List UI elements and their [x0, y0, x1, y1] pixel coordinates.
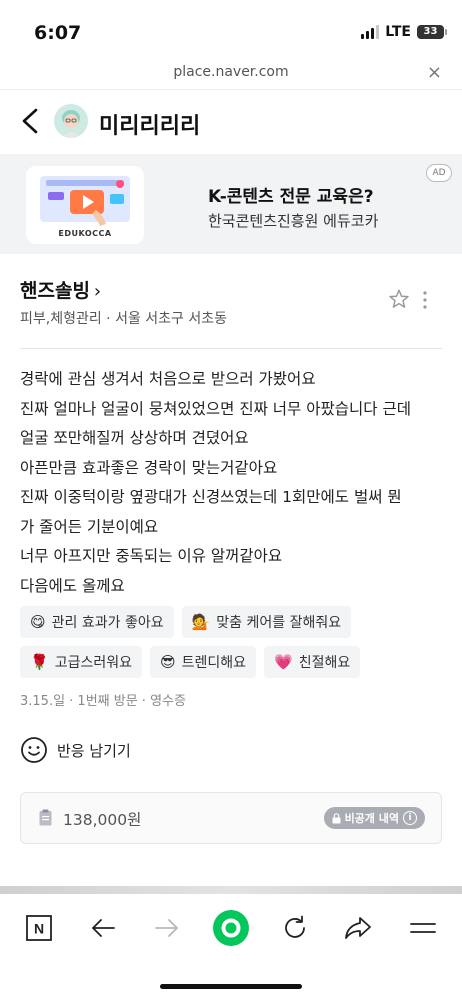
tag-chip[interactable]: 🌹 고급스러워요: [20, 646, 142, 678]
scroll-indicator: [0, 886, 462, 894]
ad-image: EDUKOCCA: [26, 166, 144, 244]
tag-chip[interactable]: 💁 맞춤 케어를 잘해줘요: [181, 606, 352, 638]
close-icon[interactable]: ×: [427, 62, 442, 83]
browser-bottom-nav: N: [0, 896, 462, 966]
url-text[interactable]: place.naver.com: [0, 64, 462, 80]
tag-chip[interactable]: 💗 친절해요: [264, 646, 361, 678]
avatar-illustration: [54, 104, 88, 138]
react-button[interactable]: 반응 남기기: [20, 736, 131, 764]
naver-n-label: N: [34, 921, 44, 937]
chevron-right-icon: ›: [93, 281, 102, 302]
status-bar: 6:07 LTE 33: [0, 0, 462, 62]
clipboard-icon: [39, 809, 52, 826]
network-label: LTE: [385, 24, 411, 40]
info-icon: i: [403, 811, 417, 825]
refresh-button[interactable]: [277, 910, 313, 946]
review-line: 진짜 이중턱이랑 옆광대가 신경쓰였는데 1회만에도 벌써 뭔: [20, 488, 402, 506]
tag-chip[interactable]: 😎 트렌디해요: [149, 646, 257, 678]
review-tags: 😋 관리 효과가 좋아요 💁 맞춤 케어를 잘해줘요 🌹 고급스러워요 😎 트렌…: [20, 606, 446, 686]
ad-badge[interactable]: AD: [426, 164, 452, 182]
private-label: 비공개 내역: [344, 812, 399, 825]
react-label: 반응 남기기: [57, 741, 131, 760]
place-name-link[interactable]: 핸즈솔빙 ›: [20, 276, 442, 303]
arrow-left-icon: [92, 919, 115, 937]
tag-emoji-icon: 💗: [274, 653, 293, 671]
status-indicators: LTE 33: [361, 24, 447, 40]
tag-row: 🌹 고급스러워요 😎 트렌디해요 💗 친절해요: [20, 646, 446, 678]
smiley-icon: [21, 737, 47, 763]
tag-label: 맞춤 케어를 잘해줘요: [216, 615, 342, 631]
private-badge[interactable]: 비공개 내역 i: [323, 807, 425, 829]
naver-green-button[interactable]: [211, 908, 251, 948]
battery-icon: 33: [417, 25, 447, 39]
naver-n-icon: N: [26, 915, 52, 941]
ad-title: K-콘텐츠 전문 교육은?: [208, 187, 374, 207]
review-line: 얼굴 쪼만해질꺼 상상하며 견뎠어요: [20, 429, 249, 447]
tag-chip[interactable]: 😋 관리 효과가 좋아요: [20, 606, 174, 638]
refresh-icon: [285, 915, 305, 938]
menu-icon: [410, 923, 436, 933]
ad-banner[interactable]: EDUKOCCA K-콘텐츠 전문 교육은? 한국콘텐츠진흥원 에듀코카 AD: [0, 154, 462, 254]
share-icon: [345, 917, 371, 939]
page-title: 미리리리리: [99, 114, 201, 139]
place-info: 핸즈솔빙 › 피부,체형관리 · 서울 서초구 서초동: [20, 276, 442, 327]
tag-label: 친절해요: [298, 655, 351, 671]
review-line: 아픈만큼 효과좋은 경락이 맞는거같아요: [20, 458, 278, 477]
tag-emoji-icon: 🌹: [30, 653, 49, 671]
review-line: 진짜 얼마나 얼굴이 뭉쳐있었으면 진짜 너무 아팠습니다 근데: [20, 399, 411, 418]
lock-icon: [332, 812, 341, 823]
signal-icon: [361, 25, 380, 39]
tag-emoji-icon: 😎: [159, 653, 176, 671]
review-line: 가 줄어든 기분이예요: [20, 517, 159, 536]
review-line: 다음에도 올께요: [20, 576, 125, 595]
more-vertical-icon[interactable]: [422, 290, 428, 310]
naver-green-circle-icon: [213, 910, 249, 946]
tag-label: 트렌디해요: [181, 655, 247, 671]
share-button[interactable]: [340, 910, 376, 946]
browser-url-bar: place.naver.com ×: [0, 56, 462, 90]
review-line: 경락에 관심 생겨서 처음으로 받으러 가봤어요: [20, 370, 316, 388]
receipt-box: 138,000원 비공개 내역 i: [20, 792, 442, 844]
review-text: 경락에 관심 생겨서 처음으로 받으러 가봤어요 진짜 얼마나 얼굴이 뭉쳐있었…: [20, 365, 446, 601]
status-time: 6:07: [34, 22, 82, 44]
menu-button[interactable]: [405, 910, 441, 946]
avatar[interactable]: [54, 104, 88, 138]
receipt-price: 138,000원: [63, 811, 142, 829]
visit-meta: 3.15.일 · 1번째 방문 · 영수증: [20, 694, 186, 709]
back-button[interactable]: [85, 910, 121, 946]
naver-home-button[interactable]: N: [21, 910, 57, 946]
tag-label: 관리 효과가 좋아요: [51, 615, 164, 631]
tag-label: 고급스러워요: [54, 655, 132, 671]
ad-subtitle: 한국콘텐츠진흥원 에듀코카: [208, 212, 379, 230]
tag-emoji-icon: 😋: [30, 613, 46, 631]
place-name: 핸즈솔빙: [20, 280, 90, 302]
forward-button[interactable]: [149, 910, 185, 946]
page-header: 미리리리리: [0, 92, 462, 152]
tag-row: 😋 관리 효과가 좋아요 💁 맞춤 케어를 잘해줘요: [20, 606, 446, 638]
divider: [20, 348, 442, 349]
star-icon[interactable]: [388, 288, 410, 310]
home-indicator[interactable]: [160, 984, 302, 989]
arrow-right-icon: [155, 919, 178, 937]
tag-emoji-icon: 💁: [191, 613, 211, 631]
back-chevron-icon[interactable]: [18, 106, 44, 136]
ad-image-caption: EDUKOCCA: [58, 229, 112, 238]
place-category: 피부,체형관리 · 서울 서초구 서초동: [20, 311, 228, 327]
review-line: 너무 아프지만 중독되는 이유 알꺼같아요: [20, 547, 283, 565]
